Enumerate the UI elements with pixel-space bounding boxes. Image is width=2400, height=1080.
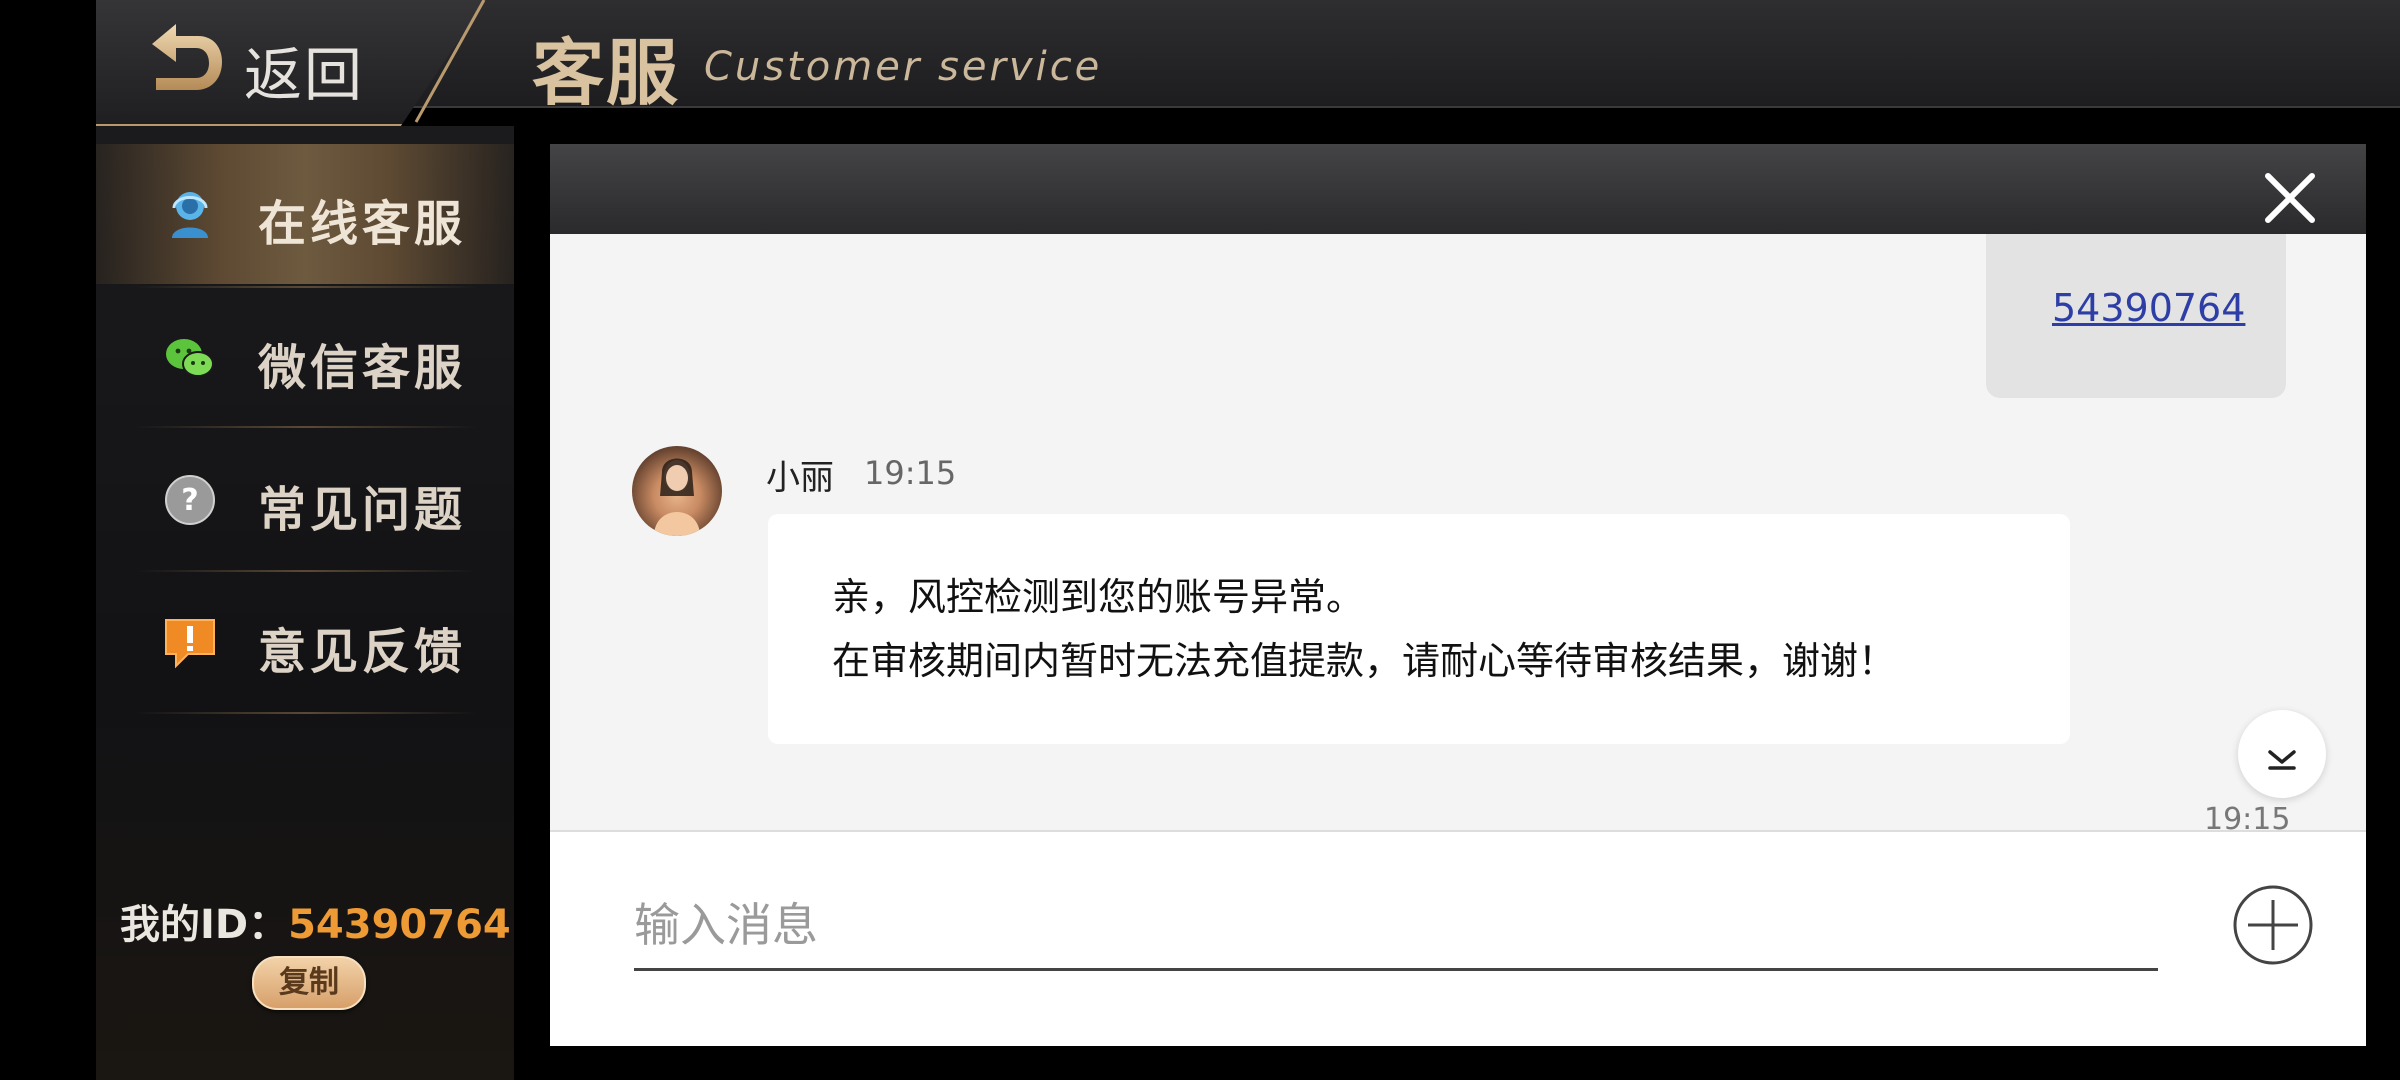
message-input[interactable] (634, 882, 2158, 971)
agent-message-bubble: 亲，风控检测到您的账号异常。 在审核期间内暂时无法充值提款，请耐心等待审核结果，… (768, 514, 2070, 744)
sidebar-item-label: 微信客服 (258, 340, 467, 396)
scroll-to-bottom-button[interactable] (2238, 710, 2326, 798)
online-service-icon (172, 192, 208, 238)
agent-avatar-image (654, 458, 700, 536)
message-text-line: 亲，风控检测到您的账号异常。 (832, 575, 1365, 619)
page-title: 客服 (532, 31, 681, 115)
message-timestamp: 19:15 (2204, 802, 2291, 830)
sidebar-item-wechat[interactable]: 微信客服 (96, 288, 514, 428)
my-id-label: 我的ID： (120, 902, 289, 948)
page-subtitle: Customer service (704, 44, 1103, 90)
sidebar-item-label: 在线客服 (258, 196, 467, 252)
chat-panel-header (550, 144, 2366, 234)
close-icon[interactable] (2260, 168, 2320, 228)
divider (136, 426, 476, 428)
back-arrow-icon[interactable] (146, 20, 226, 96)
sidebar-item-faq[interactable]: ? 常见问题 (96, 430, 514, 570)
header-divider-edge (414, 0, 486, 123)
sidebar-item-online-service[interactable]: 在线客服 (96, 144, 514, 284)
question-icon: ? (165, 475, 215, 525)
copy-id-button[interactable]: 复制 (252, 956, 366, 1010)
chat-message-list[interactable]: 54390764 小丽 19:15 亲，风控检测到您的账号异常。 在审核期间内暂… (550, 234, 2366, 830)
sidebar-item-label: 常见问题 (258, 482, 467, 538)
back-label[interactable]: 返回 (244, 28, 364, 112)
message-timestamp: 19:15 (864, 454, 957, 492)
chevron-down-icon (2268, 750, 2296, 770)
sidebar-item-label: 意见反馈 (258, 624, 467, 680)
wechat-icon (166, 339, 214, 377)
my-id: 我的ID：54390764 (120, 892, 511, 950)
sidebar-item-feedback[interactable]: 意见反馈 (96, 572, 514, 712)
avatar[interactable] (632, 446, 722, 536)
sender-name: 小丽 (766, 458, 834, 498)
message-input-bar (550, 830, 2366, 1046)
my-id-value: 54390764 (288, 902, 511, 948)
add-attachment-icon[interactable] (2232, 884, 2314, 966)
self-message-link[interactable]: 54390764 (2052, 286, 2245, 330)
svg-text:?: ? (181, 483, 198, 518)
message-text-line: 在审核期间内暂时无法充值提款，请耐心等待审核结果，谢谢！ (832, 639, 1897, 683)
feedback-icon (165, 619, 215, 669)
divider (136, 712, 476, 714)
